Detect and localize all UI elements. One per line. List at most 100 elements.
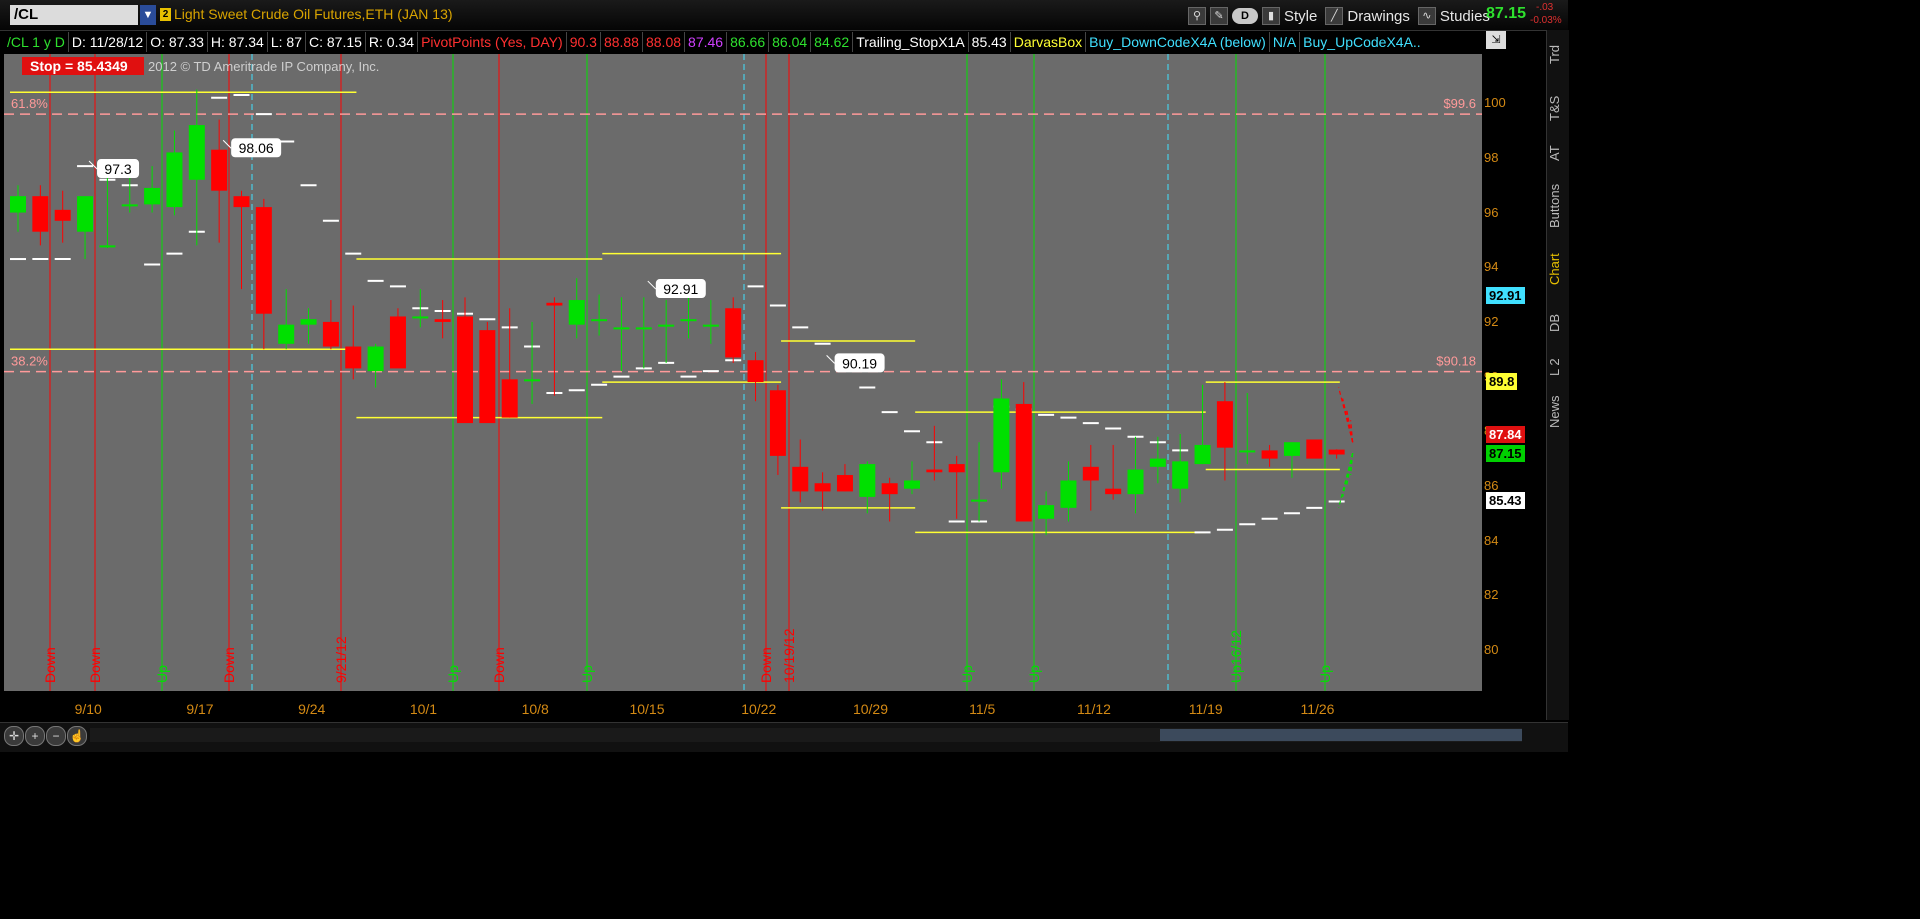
candle-body xyxy=(1149,458,1166,467)
tab-buttons[interactable]: Buttons xyxy=(1547,175,1569,237)
candle-body xyxy=(1306,439,1323,459)
candle-body xyxy=(904,480,920,489)
price-tag-898: 89.8 xyxy=(1486,373,1518,390)
candle-body xyxy=(948,464,965,473)
price-callout: 97.3 xyxy=(104,161,131,177)
trailing-stop-study-label[interactable]: Trailing_StopX1A xyxy=(853,32,969,52)
darvas-box-study-label[interactable]: DarvasBox xyxy=(1011,32,1087,52)
signal-label: Down xyxy=(491,647,507,683)
crosshair-icon[interactable]: ✛ xyxy=(4,726,24,746)
chart-bottom-bar: ✛ + − ☝ xyxy=(0,722,1568,752)
pivot-value: 88.88 xyxy=(601,32,643,52)
price-tick-label: 96 xyxy=(1484,204,1499,220)
price-tag-8784: 87.84 xyxy=(1486,426,1525,443)
pivot-study-label[interactable]: PivotPoints (Yes, DAY) xyxy=(418,32,567,52)
ohlc-open: O: 87.33 xyxy=(147,32,208,52)
candle-body xyxy=(1328,449,1345,455)
fib-price-label: $99.6 xyxy=(1443,96,1476,111)
tab-level-2[interactable]: L 2 xyxy=(1547,350,1569,384)
signal-label: Up16/12 xyxy=(1228,630,1244,683)
drawings-menu[interactable]: Drawings xyxy=(1347,8,1410,25)
candle-body xyxy=(881,483,898,495)
tab-news[interactable]: News xyxy=(1547,390,1569,434)
pivot-value: 87.46 xyxy=(685,32,728,52)
tab-trd[interactable]: Trd xyxy=(1547,34,1569,74)
candle-body xyxy=(211,149,228,191)
studies-icon[interactable]: ∿ xyxy=(1417,7,1436,25)
symbol-input[interactable]: /CL xyxy=(10,5,138,25)
candle-body xyxy=(680,319,697,322)
candle-body xyxy=(926,469,943,473)
chart-period-label[interactable]: /CL 1 y D xyxy=(4,32,69,52)
signal-label: Up xyxy=(1317,665,1333,683)
style-menu[interactable]: Style xyxy=(1284,8,1317,25)
title-bar: /CL ▼ 2 Light Sweet Crude Oil Futures,ET… xyxy=(0,0,1568,31)
magnifier-icon[interactable]: ⚲ xyxy=(1188,7,1206,25)
date-axis[interactable]: 9/10 9/17 9/24 10/1 10/8 10/15 10/22 10/29 11/5 1… xyxy=(4,691,1482,721)
trailing-stop-value: 85.43 xyxy=(969,32,1011,52)
scrollbar-thumb[interactable] xyxy=(1160,729,1522,741)
candle-body xyxy=(1283,442,1300,456)
fib-price-label: $90.18 xyxy=(1436,354,1476,369)
candle-body xyxy=(725,308,742,358)
candle-body xyxy=(479,330,496,424)
tab-time-and-sales[interactable]: T&S xyxy=(1547,84,1569,132)
tab-chart[interactable]: Chart xyxy=(1547,245,1569,293)
buy-down-value: N/A xyxy=(1270,32,1301,52)
wrench-icon[interactable]: ✎ xyxy=(1210,7,1228,25)
candle-body xyxy=(568,300,585,325)
fib-level-label: 38.2% xyxy=(11,354,48,369)
pivot-value: 84.62 xyxy=(811,32,854,52)
chart-scrollbar[interactable] xyxy=(90,728,1522,742)
price-tick-label: 86 xyxy=(1484,477,1499,493)
candle-body xyxy=(635,327,652,330)
trading-app-window: /CL ▼ 2 Light Sweet Crude Oil Futures,ET… xyxy=(0,0,1569,752)
pivot-value: 86.66 xyxy=(727,32,770,52)
date-tick-label: 10/1 xyxy=(409,701,438,717)
ohlc-date: D: 11/28/12 xyxy=(69,32,148,52)
candle-body xyxy=(412,316,429,319)
signal-label: Down xyxy=(87,647,103,683)
candle-body xyxy=(1038,505,1055,519)
candle-body xyxy=(1261,450,1278,459)
signal-label: Down xyxy=(42,647,58,683)
signal-label: Up xyxy=(445,665,461,683)
candle-body xyxy=(747,360,764,383)
price-chart[interactable]: 61.8% $99.6 38.2% $90.18 97.3 98.06 92.91 90.1… xyxy=(4,54,1482,691)
candle-body xyxy=(233,196,250,208)
chart-canvas: 61.8% $99.6 38.2% $90.18 97.3 98.06 92.91 90.1… xyxy=(4,54,1482,691)
pin-icon[interactable]: ⇲ xyxy=(1486,31,1506,49)
candle-body xyxy=(99,245,116,248)
candle-body xyxy=(1239,450,1256,453)
last-price: 87.15 xyxy=(1486,5,1527,22)
signal-label: Up xyxy=(1026,665,1042,683)
hand-pan-icon[interactable]: ☝ xyxy=(67,726,87,746)
candle-body xyxy=(1216,401,1233,448)
price-axis[interactable]: 10098969492908886848280 92.91 89.8 87.84… xyxy=(1482,54,1546,691)
symbol-dropdown-icon[interactable]: ▼ xyxy=(140,5,156,25)
timeframe-d-button[interactable]: D xyxy=(1232,8,1258,24)
side-panel-tabs: Trd T&S AT Buttons Chart DB L 2 News xyxy=(1546,30,1569,720)
date-tick-label: 11/5 xyxy=(969,701,996,717)
price-tick-label: 84 xyxy=(1484,532,1499,548)
date-tick-label: 11/19 xyxy=(1188,701,1223,717)
candle-body xyxy=(188,125,205,180)
zoom-out-icon[interactable]: − xyxy=(46,726,66,746)
candle-body xyxy=(993,398,1010,473)
buy-down-study-label[interactable]: Buy_DownCodeX4A (below) xyxy=(1086,32,1270,52)
stop-level-badge: Stop = 85.4349 xyxy=(22,57,144,75)
drawings-icon[interactable]: ╱ xyxy=(1325,7,1344,25)
candle-body xyxy=(32,196,49,232)
style-icon[interactable]: ▮ xyxy=(1262,7,1280,25)
ohlc-range: R: 0.34 xyxy=(366,32,419,52)
candle-body xyxy=(367,346,384,372)
studies-menu[interactable]: Studies xyxy=(1440,8,1490,25)
buy-up-study-label[interactable]: Buy_UpCodeX4A.. xyxy=(1300,32,1424,52)
candle-body xyxy=(345,346,362,369)
candle-body xyxy=(166,152,183,208)
signal-label: Up xyxy=(579,665,595,683)
tab-at[interactable]: AT xyxy=(1547,138,1569,168)
candle-body xyxy=(971,499,988,502)
tab-db[interactable]: DB xyxy=(1547,308,1569,338)
zoom-in-icon[interactable]: + xyxy=(25,726,45,746)
